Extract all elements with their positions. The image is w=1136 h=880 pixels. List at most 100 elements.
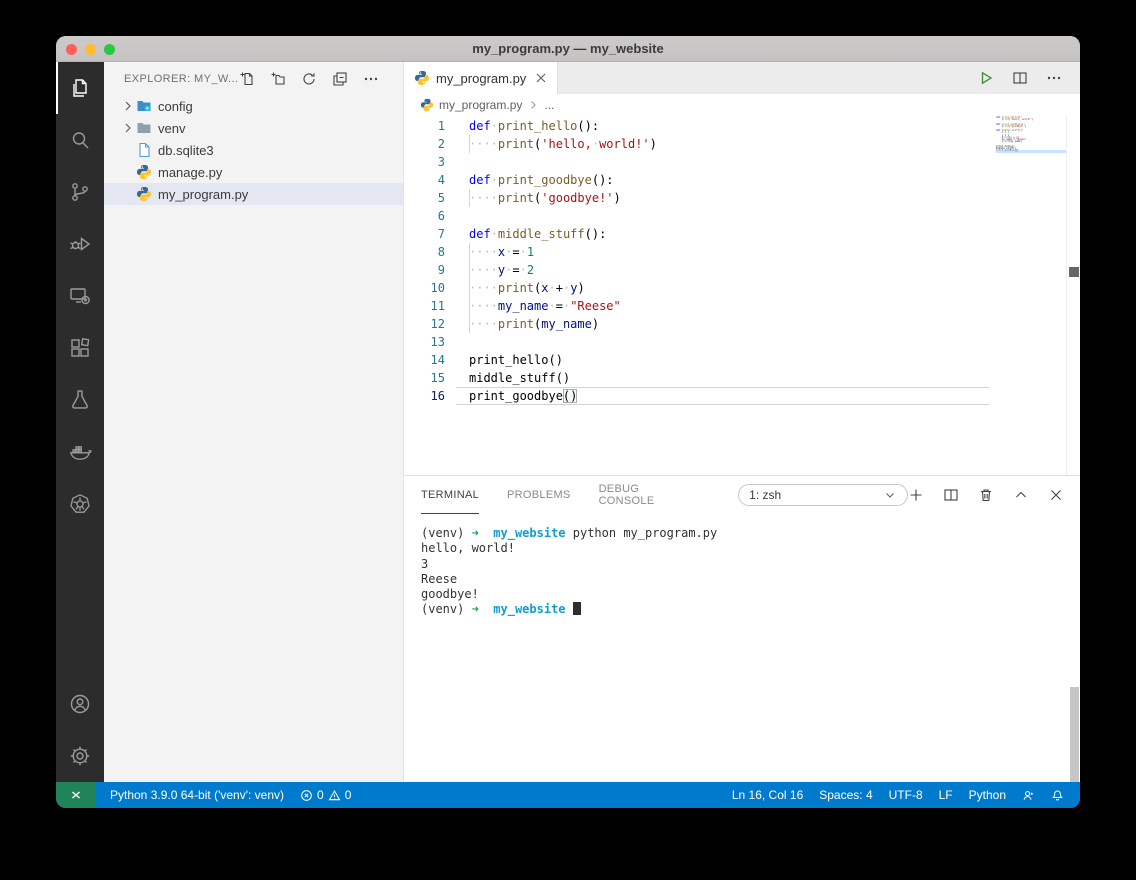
run-python-file-button[interactable] (978, 70, 994, 86)
new-folder-icon[interactable] (270, 71, 286, 87)
cursor-position[interactable]: Ln 16, Col 16 (724, 788, 811, 802)
code-line[interactable]: 14 print_hello() (404, 351, 996, 369)
error-count: 0 (317, 788, 324, 802)
new-file-icon[interactable] (239, 71, 255, 87)
terminal-line: Reese (421, 571, 458, 586)
remote-icon (72, 791, 80, 799)
code-line-content: def·print_goodbye(): (469, 173, 614, 187)
code-editor[interactable]: 1 def·print_hello(): 2 ····print('hello,·wo… (404, 116, 996, 475)
activity-docker[interactable] (56, 426, 104, 478)
activity-remote-explorer[interactable] (56, 270, 104, 322)
code-line[interactable]: 4 def·print_goodbye(): (404, 171, 996, 189)
tree-item-label: manage.py (158, 164, 223, 180)
tree-item-venv[interactable]: venv (104, 117, 403, 139)
tree-item-manage-py[interactable]: manage.py (104, 161, 403, 183)
panel-scrollbar[interactable] (1070, 687, 1079, 782)
tree-item-db-sqlite3[interactable]: db.sqlite3 (104, 139, 403, 161)
activity-settings[interactable] (56, 730, 104, 782)
code-line[interactable]: 9 ····y·=·2 (404, 261, 996, 279)
code-line[interactable]: 3 (404, 153, 996, 171)
kill-terminal-button[interactable] (978, 487, 994, 503)
code-line-content: def·middle_stuff(): (469, 227, 607, 241)
docker-icon (69, 446, 92, 460)
line-number: 5 (437, 191, 445, 205)
breadcrumb-file[interactable]: my_program.py (439, 98, 522, 112)
panel-tabs: TERMINAL PROBLEMS DEBUG CONSOLE (421, 476, 698, 514)
tab-debug-console[interactable]: DEBUG CONSOLE (599, 476, 699, 514)
split-editor-button[interactable] (1012, 70, 1028, 86)
more-actions-icon[interactable] (363, 71, 379, 87)
code-line[interactable]: 6 (404, 207, 996, 225)
remote-indicator[interactable] (56, 782, 96, 808)
code-line[interactable]: 16 print_goodbye() (404, 387, 996, 405)
activity-accounts[interactable] (56, 678, 104, 730)
line-number: 4 (437, 173, 445, 187)
code-line[interactable]: 1 def·print_hello(): (404, 117, 996, 135)
code-line[interactable]: 5 ····print('goodbye!') (404, 189, 996, 207)
terminal-line: hello, world! (421, 541, 515, 556)
python-interpreter[interactable]: Python 3.9.0 64-bit ('venv': venv) (102, 788, 292, 802)
problems-indicator[interactable]: 0 0 (292, 788, 359, 802)
minimap[interactable]: def print_hello(): print('hello, world!'… (996, 116, 1066, 475)
close-panel-button[interactable] (1048, 487, 1064, 503)
code-line-content: def·print_hello(): (469, 119, 600, 133)
python-icon (420, 98, 434, 112)
split-terminal-button[interactable] (943, 487, 959, 503)
code-line[interactable]: 8 ····x·=·1 (404, 243, 996, 261)
line-number: 13 (430, 335, 445, 349)
language-mode[interactable]: Python (961, 788, 1014, 802)
window-title: my_program.py — my_website (472, 41, 664, 56)
collapse-folders-icon[interactable] (332, 71, 348, 87)
activity-bar (56, 62, 104, 782)
editor-more-actions-button[interactable] (1046, 70, 1062, 86)
code-line[interactable]: 2 ····print('hello,·world!') (404, 135, 996, 153)
code-line-content: ····y·=·2 (469, 261, 535, 279)
close-tab-icon[interactable] (533, 70, 549, 86)
activity-kubernetes[interactable] (56, 478, 104, 530)
python-icon (136, 164, 152, 180)
terminal[interactable]: (venv) ➜ my_website python my_program.py… (404, 514, 1080, 782)
eol-selector[interactable]: LF (931, 788, 961, 802)
breadcrumb-symbol[interactable]: ... (544, 98, 554, 112)
notifications-bell[interactable] (1043, 789, 1072, 802)
maximize-panel-button[interactable] (1013, 487, 1029, 503)
activity-testing[interactable] (56, 374, 104, 426)
activity-run-debug[interactable] (56, 218, 104, 270)
code-line[interactable]: 13 (404, 333, 996, 351)
code-line[interactable]: 7 def·middle_stuff(): (404, 225, 996, 243)
activity-source-control[interactable] (56, 166, 104, 218)
close-window-button[interactable] (66, 44, 77, 55)
activity-search[interactable] (56, 114, 104, 166)
code-line[interactable]: 12 ····print(my_name) (404, 315, 996, 333)
warning-icon (328, 789, 341, 800)
tab-my-program-py[interactable]: my_program.py (404, 62, 558, 94)
terminal-shell-select[interactable]: 1: zsh (738, 484, 908, 506)
indentation[interactable]: Spaces: 4 (811, 788, 880, 802)
new-terminal-button[interactable] (908, 487, 924, 503)
editor-scrollbar[interactable] (1066, 116, 1080, 475)
minimap-current-line (996, 150, 1066, 153)
line-number: 2 (437, 137, 445, 151)
activity-extensions[interactable] (56, 322, 104, 374)
minimize-window-button[interactable] (85, 44, 96, 55)
encoding[interactable]: UTF-8 (881, 788, 931, 802)
code-line-content: ····print(my_name) (469, 315, 600, 333)
line-number: 8 (437, 245, 445, 259)
breadcrumb: my_program.py ... (404, 94, 1080, 116)
code-line[interactable]: 10 ····print(x·+·y) (404, 279, 996, 297)
tab-terminal[interactable]: TERMINAL (421, 476, 480, 514)
title-bar[interactable]: my_program.py — my_website (56, 36, 1080, 62)
zoom-window-button[interactable] (104, 44, 115, 55)
refresh-icon[interactable] (301, 71, 317, 87)
code-line[interactable]: 11 ····my_name·=·"Reese" (404, 297, 996, 315)
code-line[interactable]: 15 middle_stuff() (404, 369, 996, 387)
activity-explorer[interactable] (56, 62, 104, 114)
status-bar: Python 3.9.0 64-bit ('venv': venv) 0 0 L… (56, 782, 1080, 808)
tree-item-config[interactable]: config (104, 95, 403, 117)
feedback-button[interactable] (1014, 789, 1043, 802)
tree-item-my-program-py[interactable]: my_program.py (104, 183, 403, 205)
tab-problems[interactable]: PROBLEMS (507, 476, 571, 514)
remote-explorer-icon (70, 288, 90, 305)
